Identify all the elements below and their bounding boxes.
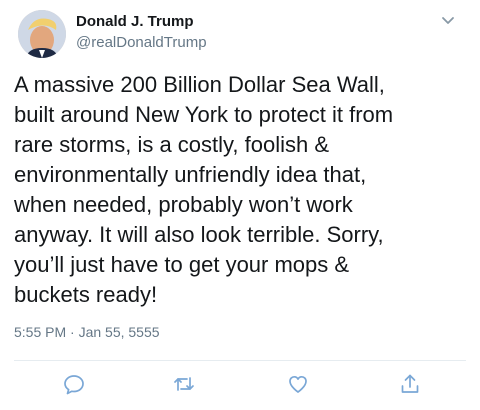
tweet-header: Donald J. Trump @realDonaldTrump [76, 12, 207, 53]
share-icon[interactable] [398, 372, 422, 396]
tweet-card: Donald J. Trump @realDonaldTrump A massi… [0, 0, 480, 410]
display-name[interactable]: Donald J. Trump [76, 12, 207, 32]
user-handle[interactable]: @realDonaldTrump [76, 33, 207, 53]
chevron-down-icon[interactable] [440, 12, 456, 28]
tweet-text: A massive 200 Billion Dollar Sea Wall, b… [14, 72, 394, 307]
divider [14, 360, 466, 361]
reply-icon[interactable] [62, 372, 86, 396]
tweet-timestamp[interactable]: 5:55 PM · Jan 55, 5555 [14, 323, 160, 341]
avatar[interactable] [18, 10, 66, 58]
profile-photo-icon [18, 10, 66, 58]
tweet-actions [0, 372, 480, 398]
heart-icon[interactable] [286, 372, 310, 396]
retweet-icon[interactable] [172, 372, 196, 396]
